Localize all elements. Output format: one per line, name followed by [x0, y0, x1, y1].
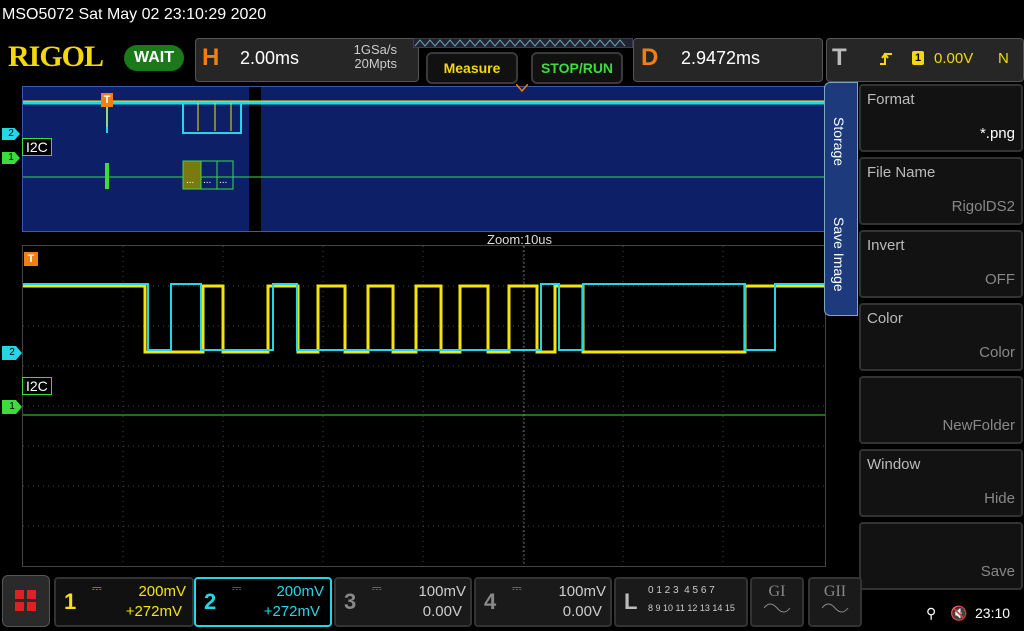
ch2-overview-marker[interactable]: 2 — [2, 128, 20, 140]
ch2-panel[interactable]: 2 ⎓ 200mV +272mV — [194, 577, 332, 627]
overview-decode-label: I2C — [22, 138, 52, 156]
run-status-badge: WAIT — [124, 45, 184, 71]
ch1-scale: 200mV — [138, 583, 186, 600]
trigger-panel[interactable] — [826, 38, 1024, 82]
menu-save[interactable]: Save — [859, 522, 1023, 590]
dc-coupling-icon: ⎓ — [232, 581, 242, 595]
sine-wave-icon — [763, 603, 791, 613]
ch4-number: 4 — [484, 589, 497, 614]
logic-analyzer-panel[interactable]: L 0 1 2 3 4 5 6 7 8 9 10 11 12 13 14 15 — [614, 577, 748, 627]
menu-invert-title: Invert — [867, 237, 905, 254]
grid-menu-icon — [15, 590, 36, 611]
menu-file-name-title: File Name — [867, 164, 936, 181]
ch1-offset-marker[interactable]: 1 — [2, 400, 22, 414]
generator-2-button[interactable]: GII — [808, 577, 862, 627]
stop-run-button[interactable]: STOP/RUN — [531, 52, 623, 84]
status-clock: 23:10 — [975, 605, 1011, 621]
trigger-source-badge: 1 — [912, 51, 924, 65]
storage-menu: Format *.png File Name RigolDS2 Invert O… — [856, 82, 1024, 590]
generator-1-button[interactable]: GI — [750, 577, 804, 627]
svg-text:...: ... — [219, 175, 227, 186]
overview-trigger-marker: T — [101, 93, 113, 107]
menu-invert[interactable]: Invert OFF — [859, 230, 1023, 298]
logic-label: L — [624, 589, 638, 614]
menu-file-name[interactable]: File Name RigolDS2 — [859, 157, 1023, 225]
tab-storage[interactable]: Storage — [831, 117, 847, 166]
ch3-number: 3 — [344, 589, 357, 614]
menu-color-value: Color — [979, 344, 1015, 361]
menu-new-folder-value: NewFolder — [942, 417, 1015, 434]
sine-wave-icon — [821, 603, 849, 613]
trigger-mode: N — [998, 50, 1009, 67]
home-menu-button[interactable] — [2, 575, 50, 627]
main-decode-label: I2C — [22, 377, 52, 395]
waveform-grid — [23, 246, 825, 566]
trigger-level: 0.00V — [934, 50, 974, 67]
brand-logo: RIGOL — [8, 40, 104, 73]
svg-text:...: ... — [186, 175, 194, 186]
ch2-offset: +272mV — [263, 603, 320, 620]
rising-edge-icon — [880, 52, 892, 65]
delay-label: D — [641, 44, 659, 71]
sample-rate: 1GSa/s — [353, 42, 397, 57]
menu-window-value: Hide — [984, 490, 1015, 507]
tab-save-image[interactable]: Save Image — [831, 217, 847, 292]
logic-channels-high: 8 9 10 11 12 13 14 15 — [648, 603, 735, 613]
ch3-panel[interactable]: 3 ⎓ 100mV 0.00V — [334, 577, 472, 627]
ch2-scale: 200mV — [276, 583, 324, 600]
ch4-panel[interactable]: 4 ⎓ 100mV 0.00V — [474, 577, 612, 627]
ch3-offset: 0.00V — [422, 603, 462, 620]
usb-icon: ⚲ — [926, 605, 937, 621]
overview-window[interactable]: ... ... ... — [22, 86, 826, 232]
ch2-number: 2 — [204, 589, 217, 614]
menu-side-tabs[interactable]: Storage Save Image — [824, 82, 858, 316]
model-datetime: MSO5072 Sat May 02 23:10:29 2020 — [2, 6, 267, 23]
speaker-muted-icon[interactable]: 🔇 — [950, 605, 967, 622]
menu-new-folder[interactable]: NewFolder — [859, 376, 1023, 444]
trigger-position-caret-icon — [516, 84, 528, 92]
ch1-panel[interactable]: 1 ⎓ 200mV +272mV — [54, 577, 194, 627]
generator-1-label: GI — [768, 583, 786, 600]
ch3-scale: 100mV — [418, 583, 466, 600]
svg-text:...: ... — [203, 175, 211, 186]
dc-coupling-icon: ⎓ — [512, 581, 522, 595]
menu-format[interactable]: Format *.png — [859, 84, 1023, 152]
memory-depth: 20Mpts — [354, 56, 397, 71]
ch4-scale: 100mV — [558, 583, 606, 600]
menu-format-value: *.png — [979, 125, 1015, 142]
ch2-offset-marker[interactable]: 2 — [2, 346, 22, 360]
logic-channels-low: 0 1 2 3 4 5 6 7 — [648, 585, 715, 596]
dc-coupling-icon: ⎓ — [92, 581, 102, 595]
ch1-number: 1 — [64, 589, 77, 614]
menu-invert-value: OFF — [985, 271, 1015, 288]
trigger-position-bar — [413, 38, 633, 48]
ch1-offset: +272mV — [125, 603, 182, 620]
timebase-value: 2.00ms — [240, 48, 300, 68]
menu-format-title: Format — [867, 91, 915, 108]
delay-value: 2.9472ms — [681, 48, 761, 68]
measure-button[interactable]: Measure — [426, 52, 518, 84]
overview-waveforms: ... ... ... — [23, 87, 825, 231]
zoom-region-marker — [249, 87, 261, 231]
menu-save-value: Save — [980, 563, 1015, 580]
menu-color[interactable]: Color Color — [859, 303, 1023, 371]
acquisition-info: 1GSa/s 20Mpts — [330, 43, 397, 71]
ch1-overview-marker[interactable]: 1 — [2, 152, 20, 164]
dc-coupling-icon: ⎓ — [372, 581, 382, 595]
horizontal-label: H — [202, 44, 220, 71]
menu-window-title: Window — [867, 456, 921, 473]
menu-color-title: Color — [867, 310, 903, 327]
menu-window[interactable]: Window Hide — [859, 449, 1023, 517]
ch4-offset: 0.00V — [562, 603, 602, 620]
trigger-label: T — [832, 44, 847, 71]
generator-2-label: GII — [823, 583, 847, 600]
trigger-marker[interactable]: T — [24, 252, 38, 266]
menu-file-name-value: RigolDS2 — [951, 198, 1015, 215]
waveform-display[interactable] — [22, 245, 826, 567]
